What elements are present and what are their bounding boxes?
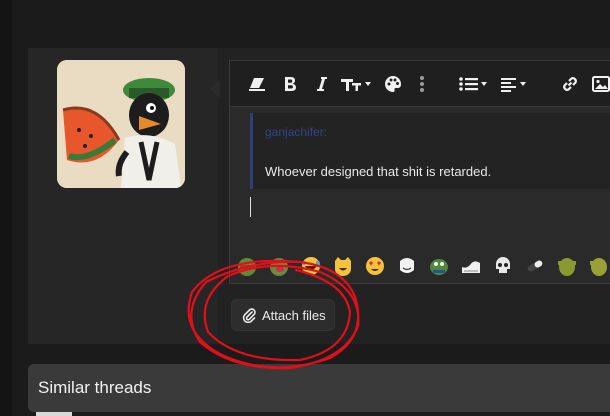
editor-toolbar <box>230 61 610 107</box>
cat-joy-emoji-icon[interactable] <box>332 255 354 277</box>
avatar-image <box>57 60 185 188</box>
wave-emoji-icon[interactable] <box>460 255 482 277</box>
bold-icon[interactable] <box>280 73 300 95</box>
pepe-frog-emoji-icon[interactable] <box>428 255 450 277</box>
kiss-emoji-icon[interactable] <box>268 255 290 277</box>
skull-emoji-icon[interactable] <box>492 255 514 277</box>
shrek-2-emoji-icon[interactable] <box>588 255 610 277</box>
similar-thread-item[interactable] <box>36 412 72 416</box>
text-size-icon[interactable] <box>340 73 372 95</box>
quote-author[interactable]: ganjachifer: <box>265 125 327 139</box>
image-icon[interactable] <box>590 73 610 95</box>
palette-icon[interactable] <box>382 73 404 95</box>
link-icon[interactable] <box>558 73 582 95</box>
similar-threads-title: Similar threads <box>38 378 152 397</box>
laugh-emoji-icon[interactable] <box>300 255 322 277</box>
message-editor[interactable]: ganjachifer: Whoever designed that shit … <box>229 60 610 284</box>
pill-emoji-icon[interactable] <box>524 255 546 277</box>
chevron-down-icon <box>520 82 526 86</box>
more-vertical-icon[interactable] <box>414 73 430 95</box>
quote-block: ganjachifer: Whoever designed that shit … <box>250 113 610 189</box>
trollface-emoji-icon[interactable] <box>396 255 418 277</box>
left-strip <box>0 0 12 416</box>
chevron-down-icon <box>365 82 371 86</box>
eraser-icon[interactable] <box>246 73 268 95</box>
paperclip-icon <box>242 308 256 323</box>
shrek-emoji-icon[interactable] <box>556 255 578 277</box>
list-icon[interactable] <box>456 73 490 95</box>
attach-files-button[interactable]: Attach files <box>231 299 335 331</box>
emoji-row <box>230 249 610 283</box>
align-left-icon[interactable] <box>496 73 530 95</box>
similar-threads-header: Similar threads <box>28 364 610 412</box>
chevron-down-icon <box>481 82 487 86</box>
attach-files-label: Attach files <box>262 307 326 323</box>
avatar[interactable] <box>57 60 185 188</box>
pepe-emoji-icon[interactable] <box>236 255 258 277</box>
post-arrow <box>210 80 220 98</box>
quote-text: Whoever designed that shit is retarded. <box>265 164 492 179</box>
heart-eyes-emoji-icon[interactable] <box>364 255 386 277</box>
italic-icon[interactable] <box>312 73 332 95</box>
text-cursor <box>250 197 251 217</box>
